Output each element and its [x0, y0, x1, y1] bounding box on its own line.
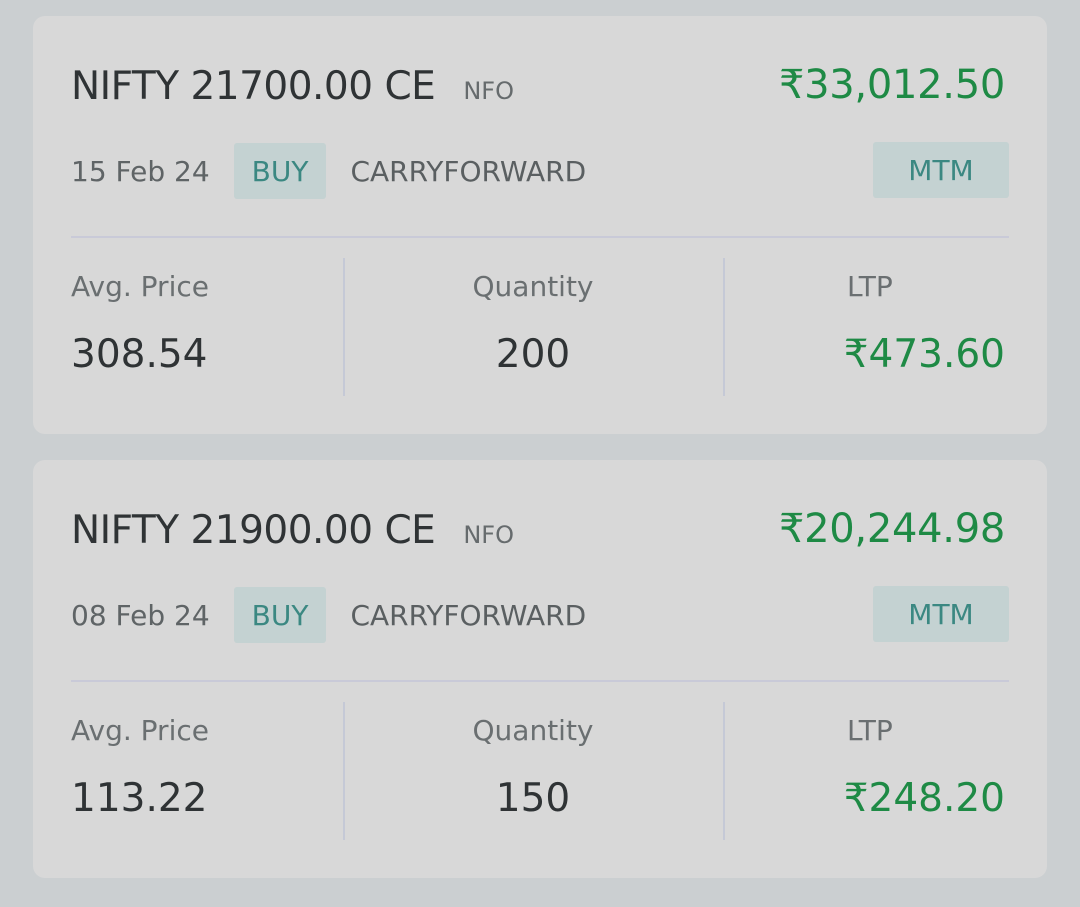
instrument-symbol: NIFTY 21700.00 CE — [71, 64, 436, 109]
exchange-label: NFO — [463, 521, 514, 549]
meta-row: 08 Feb 24 BUY CARRYFORWARD — [71, 586, 586, 644]
quantity-label: Quantity — [472, 714, 594, 747]
ltp-value: ₹248.20 — [843, 776, 1005, 821]
ltp-label: LTP — [847, 270, 893, 303]
stats-row: Avg. Price 308.54 Quantity 200 LTP ₹473.… — [33, 258, 1047, 396]
divider — [71, 236, 1009, 238]
avg-price-value: 308.54 — [71, 332, 208, 377]
symbol-row: NIFTY 21900.00 CE NFO — [71, 508, 514, 553]
column-separator — [723, 258, 725, 396]
position-date: 08 Feb 24 — [71, 598, 210, 632]
stats-row: Avg. Price 113.22 Quantity 150 LTP ₹248.… — [33, 702, 1047, 840]
avg-price-value: 113.22 — [71, 776, 208, 821]
pnl-value: ₹33,012.50 — [778, 62, 1005, 108]
column-separator — [723, 702, 725, 840]
side-badge: BUY — [233, 143, 327, 199]
position-card[interactable]: NIFTY 21700.00 CE NFO ₹33,012.50 15 Feb … — [33, 16, 1047, 434]
quantity-value: 200 — [495, 332, 571, 377]
meta-row: 15 Feb 24 BUY CARRYFORWARD — [71, 142, 586, 200]
ltp-value: ₹473.60 — [843, 332, 1005, 377]
position-card[interactable]: NIFTY 21900.00 CE NFO ₹20,244.98 08 Feb … — [33, 460, 1047, 878]
quantity-value: 150 — [495, 776, 571, 821]
exchange-label: NFO — [463, 77, 514, 105]
side-badge: BUY — [233, 587, 327, 643]
avg-price-label: Avg. Price — [71, 714, 209, 747]
quantity-label: Quantity — [472, 270, 594, 303]
mtm-button[interactable]: MTM — [873, 142, 1009, 198]
divider — [71, 680, 1009, 682]
symbol-row: NIFTY 21700.00 CE NFO — [71, 64, 514, 109]
position-date: 15 Feb 24 — [71, 154, 210, 188]
avg-price-label: Avg. Price — [71, 270, 209, 303]
pnl-value: ₹20,244.98 — [778, 506, 1005, 552]
instrument-symbol: NIFTY 21900.00 CE — [71, 508, 436, 553]
product-type: CARRYFORWARD — [350, 598, 587, 632]
product-type: CARRYFORWARD — [350, 154, 587, 188]
ltp-label: LTP — [847, 714, 893, 747]
mtm-button[interactable]: MTM — [873, 586, 1009, 642]
